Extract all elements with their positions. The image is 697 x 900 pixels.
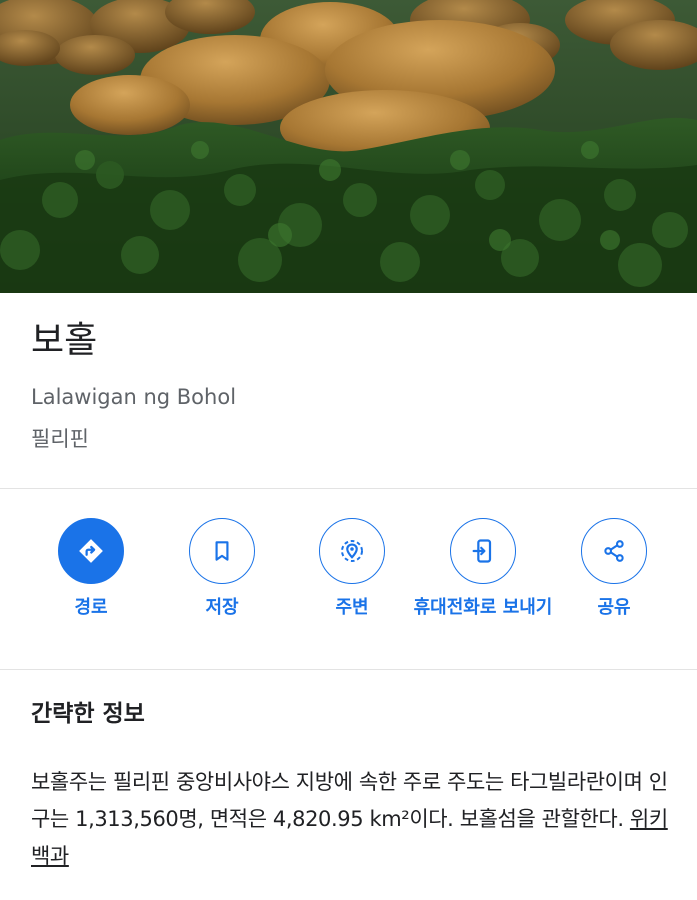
hero-photo[interactable] bbox=[0, 0, 697, 293]
summary-heading: 간략한 정보 bbox=[31, 701, 145, 727]
summary-section: 간략한 정보 보홀주는 필리핀 중앙비사야스 지방에 속한 주로 주도는 타그빌… bbox=[0, 670, 697, 900]
directions-label: 경로 bbox=[74, 597, 108, 618]
share-label: 공유 bbox=[597, 597, 631, 618]
place-header: 보홀 Lalawigan ng Bohol 필리핀 bbox=[0, 293, 697, 488]
place-subtitle: Lalawigan ng Bohol bbox=[31, 385, 237, 409]
send-to-phone-label: 휴대전화로 보내기 bbox=[413, 597, 553, 618]
summary-body: 보홀주는 필리핀 중앙비사야스 지방에 속한 주로 주도는 타그빌라란이며 인구… bbox=[31, 770, 668, 831]
send-to-phone-button[interactable]: 휴대전화로 보내기 bbox=[408, 518, 558, 621]
bookmark-icon bbox=[189, 518, 255, 584]
chocolate-hills-image bbox=[0, 0, 697, 293]
share-button[interactable]: 공유 bbox=[539, 518, 689, 621]
send-to-phone-icon bbox=[450, 518, 516, 584]
nearby-icon bbox=[319, 518, 385, 584]
nearby-button[interactable]: 주변 bbox=[277, 518, 427, 621]
nearby-label: 주변 bbox=[335, 597, 369, 618]
action-bar: 경로 저장 주변 휴대전화로 보내기 공유 bbox=[0, 489, 697, 668]
save-button[interactable]: 저장 bbox=[147, 518, 297, 621]
directions-icon bbox=[58, 518, 124, 584]
summary-text: 보홀주는 필리핀 중앙비사야스 지방에 속한 주로 주도는 타그빌라란이며 인구… bbox=[31, 764, 676, 875]
directions-button[interactable]: 경로 bbox=[16, 518, 166, 621]
place-title: 보홀 bbox=[31, 320, 98, 361]
place-country: 필리핀 bbox=[31, 427, 89, 451]
share-icon bbox=[581, 518, 647, 584]
save-label: 저장 bbox=[205, 597, 239, 618]
